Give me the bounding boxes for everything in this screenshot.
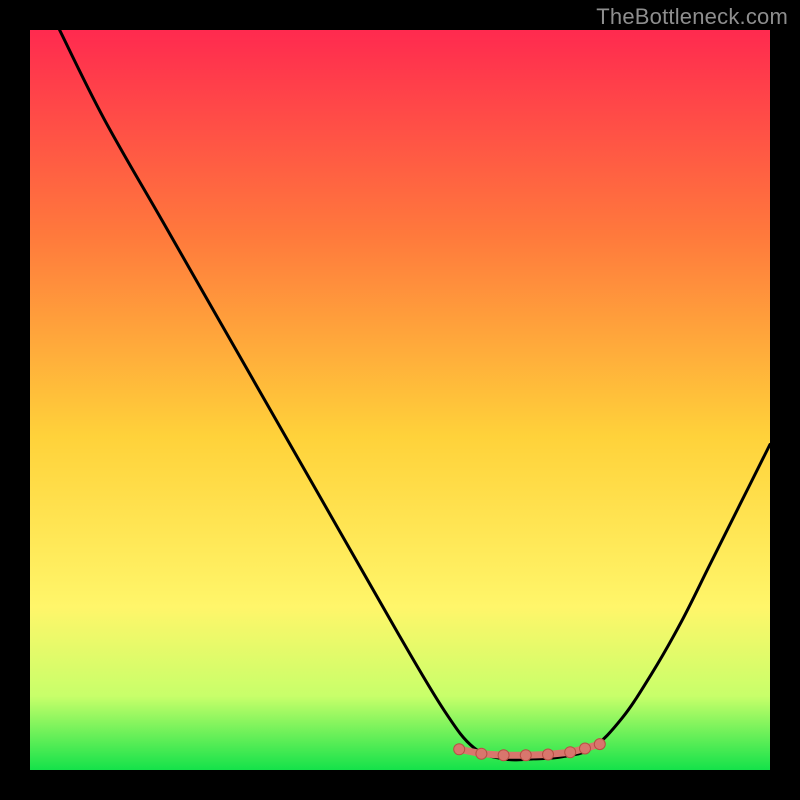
optimal-band-marker bbox=[454, 744, 465, 755]
chart-svg bbox=[30, 30, 770, 770]
optimal-band-marker bbox=[580, 743, 591, 754]
optimal-band-marker bbox=[520, 750, 531, 761]
watermark-text: TheBottleneck.com bbox=[596, 4, 788, 30]
optimal-band-marker bbox=[476, 748, 487, 759]
chart-frame: TheBottleneck.com bbox=[0, 0, 800, 800]
optimal-band-marker bbox=[498, 750, 509, 761]
optimal-band-marker bbox=[594, 739, 605, 750]
optimal-band-marker bbox=[565, 747, 576, 758]
plot-area bbox=[30, 30, 770, 770]
optimal-band-marker bbox=[543, 749, 554, 760]
